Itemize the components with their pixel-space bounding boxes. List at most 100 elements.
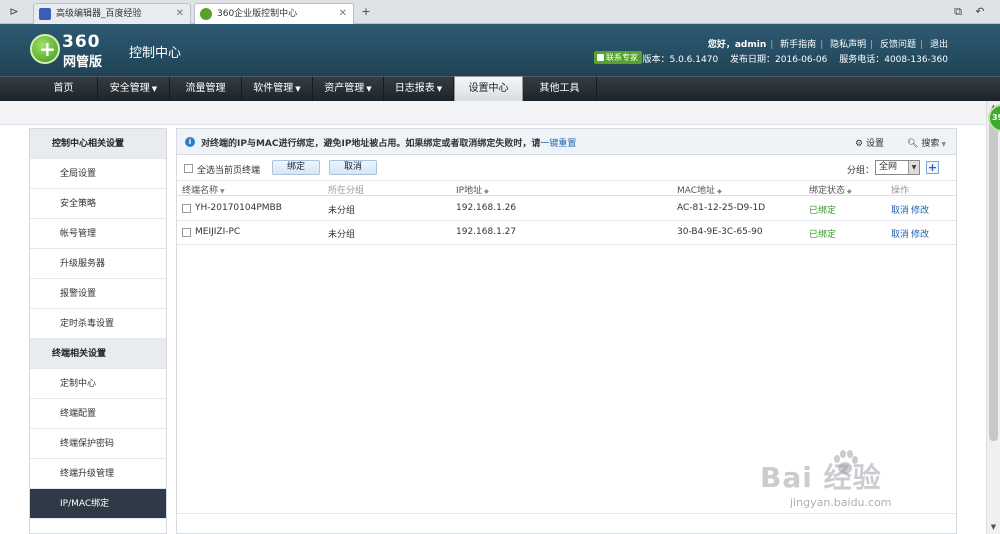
toolbar: 全选当前页终端 绑定 取消 分组： 全网 ▼ + [177, 156, 956, 181]
version: 版本：5.0.6.1470 [642, 55, 719, 65]
browser-tab-1[interactable]: 360企业版控制中心 ✕ [194, 3, 354, 25]
sort-icon: ▼ [220, 188, 225, 195]
browser-tab-0[interactable]: 高级编辑器_百度经验 ✕ [33, 3, 191, 24]
cancel-bind-button[interactable]: 取消 [329, 160, 377, 175]
bind-status: 已绑定 [809, 206, 837, 216]
select-all-label: 全选当前页终端 [197, 166, 261, 176]
terminal-ip: 192.168.1.27 [456, 227, 517, 237]
terminal-ip: 192.168.1.26 [456, 203, 517, 213]
nav-logs[interactable]: 日志报表 ▼ [384, 77, 454, 101]
watermark-url: jingyan.baidu.com [790, 496, 892, 509]
terminal-group: 未分组 [328, 230, 356, 240]
sidebar-group-terminal: 终端相关设置 [30, 339, 166, 369]
group-label: 分组： [847, 166, 875, 176]
nav-home[interactable]: 首页 [30, 77, 98, 101]
scroll-down-icon[interactable]: ▼ [987, 521, 1000, 534]
sidebar-item-policy[interactable]: 安全策略 [30, 189, 166, 219]
sidebar-item-account[interactable]: 帐号管理 [30, 219, 166, 249]
service-phone: 服务电话：4008-136-360 [839, 55, 948, 65]
nav-traffic[interactable]: 流量管理 [170, 77, 242, 101]
col-ip[interactable]: IP地址 ◆ [456, 183, 489, 196]
unbind-link[interactable]: 取消 [891, 203, 909, 216]
logo-brand: 360 [62, 32, 101, 52]
info-icon: i [185, 137, 195, 147]
scroll-thumb[interactable] [989, 116, 998, 441]
group-select[interactable]: 全网 ▼ [875, 160, 920, 175]
notice-text: 对终端的IP与MAC进行绑定，避免IP地址被占用。如果绑定或者取消绑定失败时，请… [201, 139, 577, 149]
gear-icon: ⚙ [855, 139, 864, 149]
sidebar-item-ip-mac[interactable]: IP/MAC绑定 [30, 489, 166, 519]
nav-assets[interactable]: 资产管理 ▼ [313, 77, 384, 101]
logo-sub: 网管版 [63, 55, 103, 70]
bind-status: 已绑定 [809, 230, 837, 240]
version-info: 版本：5.0.6.1470 发布日期：2016-06-06 服务电话：4008-… [634, 52, 949, 65]
col-mac[interactable]: MAC地址 ◆ [677, 183, 722, 196]
terminal-name: YH-20170104PMBB [195, 203, 282, 213]
sort-icon: ◆ [717, 188, 722, 195]
logo-mark-icon [30, 34, 60, 64]
sidebar-item-alarm[interactable]: 报警设置 [30, 279, 166, 309]
user-links: 您好，admin | 新手指南 | 隐私声明 | 反馈问题 | 退出 [707, 40, 948, 50]
nav-software[interactable]: 软件管理 ▼ [242, 77, 313, 101]
sidebar-item-scheduled-scan[interactable]: 定时杀毒设置 [30, 309, 166, 339]
baidu-watermark: Bai 经验 jingyan.baidu.com [760, 448, 960, 518]
nav-security[interactable]: 安全管理 ▼ [98, 77, 170, 101]
table-row: YH-20170104PMBB 未分组 192.168.1.26 AC-81-1… [177, 197, 956, 221]
sidebar-item-terminal-upgrade[interactable]: 终端升级管理 [30, 459, 166, 489]
tab-label: 360企业版控制中心 [217, 9, 298, 19]
col-name[interactable]: 终端名称 ▼ [182, 183, 225, 196]
caret-down-icon: ▼ [295, 85, 301, 93]
table-row: MEIJIZI-PC 未分组 192.168.1.27 30-B4-9E-3C-… [177, 221, 956, 245]
sidebar-toggle-icon[interactable]: ⊳ [6, 4, 22, 20]
sort-icon: ◆ [847, 188, 852, 195]
close-tab-icon[interactable]: ✕ [339, 4, 347, 24]
browser-tab-bar: ⊳ 高级编辑器_百度经验 ✕ 360企业版控制中心 ✕ + ⧉ ↶ [0, 0, 1000, 25]
caret-down-icon: ▼ [151, 85, 158, 93]
baidu-favicon-icon [39, 8, 51, 20]
link-privacy[interactable]: 隐私声明 [830, 40, 866, 50]
close-tab-icon[interactable]: ✕ [176, 4, 184, 24]
restore-window-icon[interactable]: ⧉ [950, 4, 966, 20]
edit-link[interactable]: 修改 [911, 203, 929, 216]
col-group: 所在分组 [328, 186, 365, 196]
select-all-checkbox[interactable] [184, 164, 193, 173]
sidebar-item-global[interactable]: 全局设置 [30, 159, 166, 189]
sidebar-item-protect-password[interactable]: 终端保护密码 [30, 429, 166, 459]
nav-settings[interactable]: 设置中心 [454, 76, 523, 102]
greeting: 您好，admin [707, 40, 767, 50]
watermark-text: Bai 经验 [760, 461, 882, 494]
sidebar-item-upgrade-server[interactable]: 升级服务器 [30, 249, 166, 279]
bind-button[interactable]: 绑定 [272, 160, 320, 175]
add-group-button[interactable]: + [926, 161, 939, 174]
release-date: 发布日期：2016-06-06 [730, 55, 828, 65]
nav-tools[interactable]: 其他工具 [523, 77, 597, 101]
logo: 360 网管版 [30, 32, 120, 70]
page-scrollbar[interactable]: ▲ ▼ [986, 101, 1000, 534]
unbind-link[interactable]: 取消 [891, 227, 909, 240]
edit-link[interactable]: 修改 [911, 227, 929, 240]
terminal-mac: 30-B4-9E-3C-65-90 [677, 227, 763, 237]
terminal-name: MEIJIZI-PC [195, 227, 241, 237]
link-logout[interactable]: 退出 [930, 40, 948, 50]
sub-bar [0, 101, 1000, 125]
app-header: 360 网管版 控制中心 联系专家 您好，admin| 新手指南| 隐私声明| … [0, 24, 1000, 76]
sidebar-item-custom[interactable]: 定制中心 [30, 369, 166, 399]
360-favicon-icon [200, 8, 212, 20]
row-checkbox[interactable] [182, 204, 191, 213]
sidebar: 控制中心相关设置 全局设置 安全策略 帐号管理 升级服务器 报警设置 定时杀毒设… [29, 128, 167, 534]
reset-link[interactable]: 一键重置 [540, 139, 576, 149]
sidebar-item-terminal-config[interactable]: 终端配置 [30, 399, 166, 429]
link-feedback[interactable]: 反馈问题 [880, 40, 916, 50]
caret-down-icon: ▼ [366, 85, 372, 93]
col-status[interactable]: 绑定状态 ◆ [809, 183, 852, 196]
new-tab-button[interactable]: + [358, 4, 374, 20]
row-checkbox[interactable] [182, 228, 191, 237]
undo-icon[interactable]: ↶ [972, 4, 988, 20]
settings-button[interactable]: ⚙ 设置 [855, 136, 884, 149]
search-button[interactable]: 🔍︎ 搜索 ▼ [907, 136, 946, 149]
sidebar-group-control: 控制中心相关设置 [30, 129, 166, 159]
main-nav: 首页 安全管理 ▼ 流量管理 软件管理 ▼ 资产管理 ▼ 日志报表 ▼ 设置中心 其他工… [0, 76, 1000, 102]
terminal-group: 未分组 [328, 206, 356, 216]
app-title: 控制中心 [129, 46, 182, 61]
link-guide[interactable]: 新手指南 [780, 40, 816, 50]
